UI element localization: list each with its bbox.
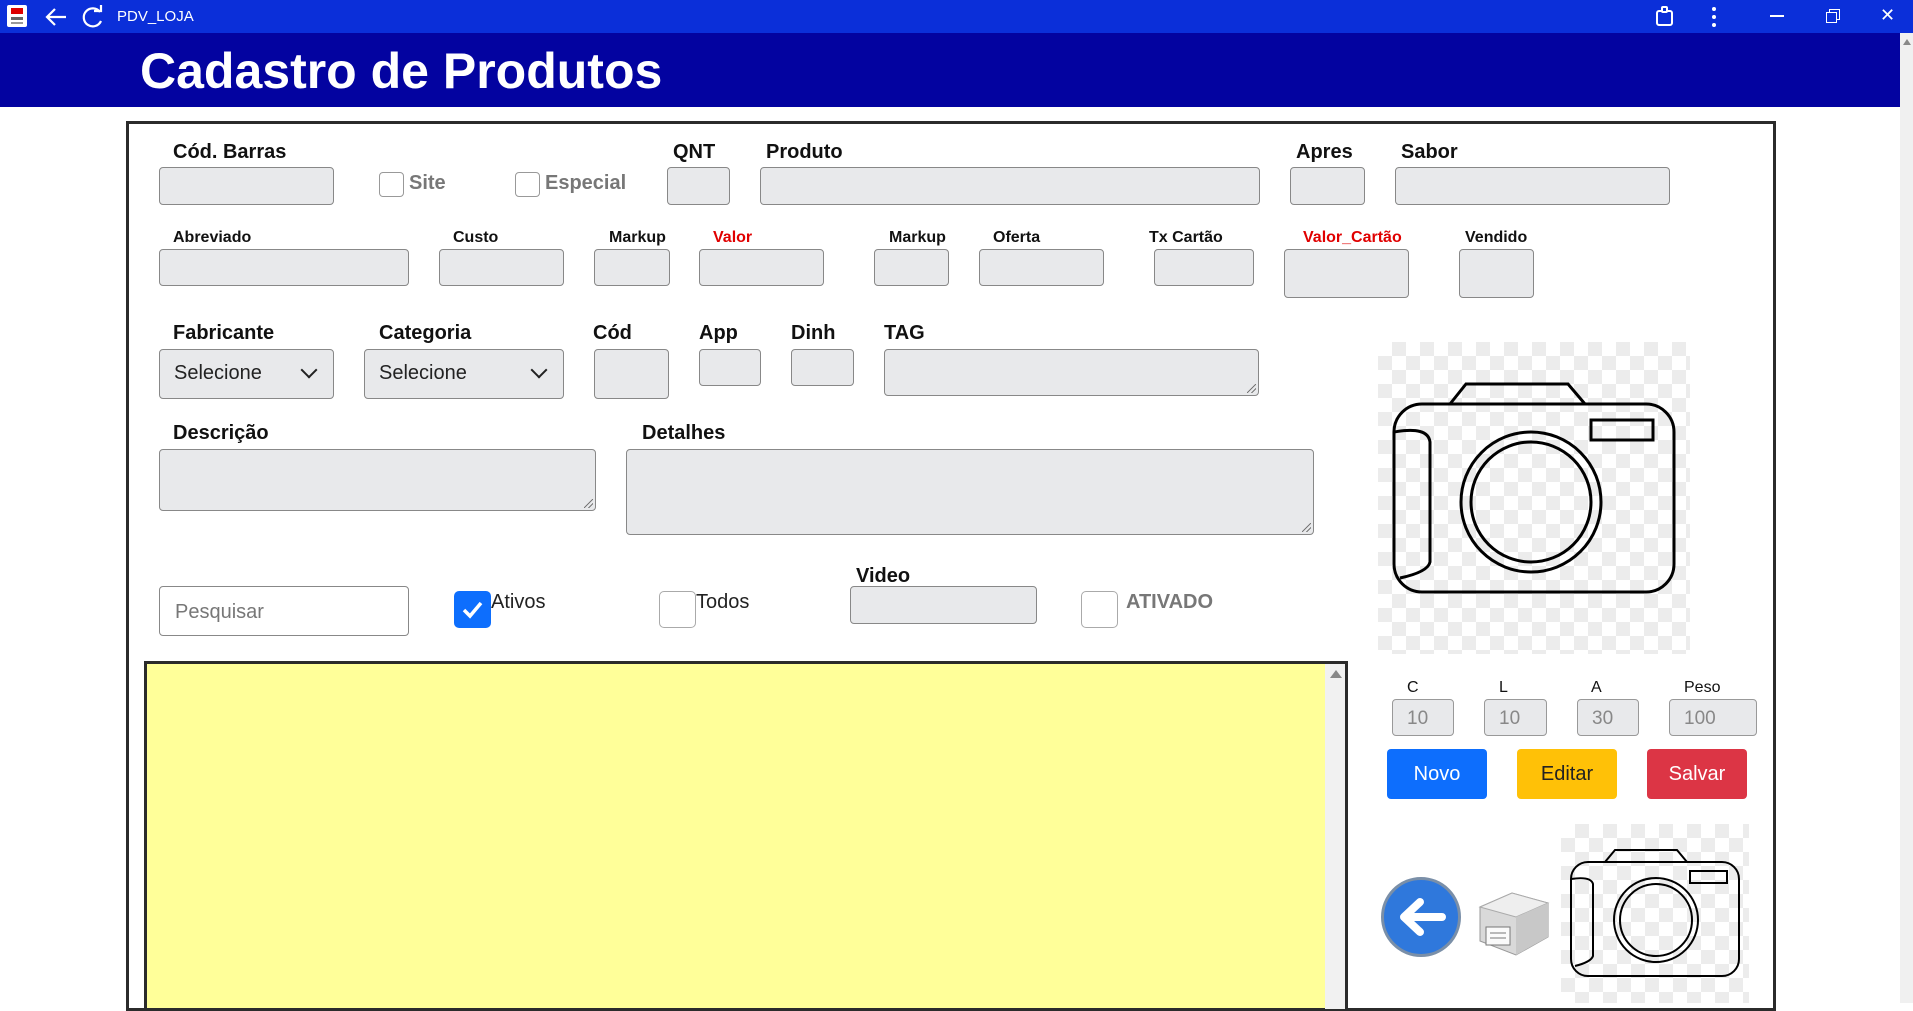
page-title: Cadastro de Produtos <box>140 43 663 99</box>
sabor-label: Sabor <box>1401 141 1458 163</box>
valor-cartao-input[interactable] <box>1284 249 1409 298</box>
dim-peso-input[interactable]: 100 <box>1669 699 1757 736</box>
produto-label: Produto <box>766 141 843 163</box>
dim-l-input[interactable]: 10 <box>1484 699 1547 736</box>
minimize-icon[interactable] <box>1770 15 1784 17</box>
ativado-label: ATIVADO <box>1126 591 1214 613</box>
especial-label: Especial <box>545 172 627 194</box>
check-icon <box>462 601 483 619</box>
refresh-icon[interactable] <box>80 5 106 29</box>
camera-placeholder-icon[interactable] <box>1378 342 1690 654</box>
cod-label: Cód <box>593 322 632 344</box>
app-logo-icon <box>7 5 27 27</box>
categoria-label: Categoria <box>379 322 472 344</box>
qnt-input[interactable] <box>667 167 730 205</box>
dim-peso-label: Peso <box>1684 679 1721 696</box>
dim-l-label: L <box>1499 679 1508 696</box>
detalhes-label: Detalhes <box>642 422 726 444</box>
produto-input[interactable] <box>760 167 1260 205</box>
page-scrollbar[interactable] <box>1900 33 1913 1003</box>
window-titlebar: PDV_LOJA ✕ <box>0 0 1913 33</box>
valor-input[interactable] <box>699 249 824 286</box>
categoria-select[interactable]: Selecione <box>364 349 564 399</box>
app-input[interactable] <box>699 349 761 386</box>
vendido-input[interactable] <box>1459 249 1534 298</box>
editar-button[interactable]: Editar <box>1517 749 1617 799</box>
ativado-checkbox[interactable] <box>1081 591 1118 628</box>
abreviado-input[interactable] <box>159 249 409 286</box>
search-input[interactable]: Pesquisar <box>159 586 409 636</box>
salvar-button[interactable]: Salvar <box>1647 749 1747 799</box>
qnt-label: QNT <box>673 141 716 163</box>
dim-c-label: C <box>1407 679 1419 696</box>
oferta-label: Oferta <box>993 229 1041 246</box>
custo-input[interactable] <box>439 249 564 286</box>
sabor-input[interactable] <box>1395 167 1670 205</box>
oferta-input[interactable] <box>979 249 1104 286</box>
cod-input[interactable] <box>594 349 669 399</box>
vendido-label: Vendido <box>1465 229 1528 246</box>
detalhes-textarea[interactable] <box>626 449 1314 535</box>
tx-cartao-label: Tx Cartão <box>1149 229 1223 246</box>
video-label: Video <box>856 565 911 587</box>
dim-a-input[interactable]: 30 <box>1577 699 1639 736</box>
app-label: App <box>699 322 738 344</box>
todos-checkbox[interactable] <box>659 591 696 628</box>
categoria-value: Selecione <box>379 362 467 384</box>
dim-a-label: A <box>1591 679 1602 696</box>
site-checkbox[interactable] <box>379 172 404 197</box>
dinh-label: Dinh <box>791 322 836 344</box>
todos-label: Todos <box>696 591 750 613</box>
site-label: Site <box>409 172 446 194</box>
close-icon[interactable]: ✕ <box>1880 5 1895 26</box>
dinh-input[interactable] <box>791 349 854 386</box>
cod-barras-input[interactable] <box>159 167 334 205</box>
apres-label: Apres <box>1296 141 1353 163</box>
especial-checkbox[interactable] <box>515 172 540 197</box>
descricao-textarea[interactable] <box>159 449 596 511</box>
valor-label: Valor <box>713 229 753 246</box>
chevron-down-icon <box>530 361 548 379</box>
markup-label: Markup <box>609 229 666 246</box>
dim-c-input[interactable]: 10 <box>1392 699 1454 736</box>
list-scrollbar[interactable] <box>1325 664 1345 1009</box>
fabricante-label: Fabricante <box>173 322 275 344</box>
tag-textarea[interactable] <box>884 349 1259 396</box>
restore-icon[interactable] <box>1826 9 1840 23</box>
markup-input[interactable] <box>594 249 670 286</box>
video-input[interactable] <box>850 586 1037 624</box>
descricao-label: Descrição <box>173 422 269 444</box>
more-vertical-icon[interactable] <box>1712 7 1716 27</box>
cod-barras-label: Cód. Barras <box>173 141 287 163</box>
camera-placeholder-small-icon[interactable] <box>1561 824 1749 1003</box>
extensions-icon[interactable] <box>1654 6 1676 28</box>
chevron-down-icon <box>300 361 318 379</box>
tag-label: TAG <box>884 322 925 344</box>
fabricante-select[interactable]: Selecione <box>159 349 334 399</box>
fabricante-value: Selecione <box>174 362 262 384</box>
back-arrow-icon[interactable] <box>44 6 68 28</box>
label-printer-icon[interactable] <box>1472 877 1552 959</box>
markup-oferta-label: Markup <box>889 229 946 246</box>
valor-cartao-label: Valor_Cartão <box>1303 229 1402 246</box>
custo-label: Custo <box>453 229 499 246</box>
ativos-checkbox[interactable] <box>454 591 491 628</box>
novo-button[interactable]: Novo <box>1387 749 1487 799</box>
markup-oferta-input[interactable] <box>874 249 949 286</box>
window-title: PDV_LOJA <box>117 8 194 25</box>
resize-grip-icon[interactable] <box>584 499 593 508</box>
ativos-label: Ativos <box>491 591 546 613</box>
resize-grip-icon[interactable] <box>1302 523 1311 532</box>
product-list-area[interactable] <box>144 661 1348 1011</box>
back-circle-icon[interactable] <box>1381 877 1461 957</box>
tx-cartao-input[interactable] <box>1154 249 1254 286</box>
resize-grip-icon[interactable] <box>1247 384 1256 393</box>
abreviado-label: Abreviado <box>173 229 252 246</box>
apres-input[interactable] <box>1290 167 1365 205</box>
